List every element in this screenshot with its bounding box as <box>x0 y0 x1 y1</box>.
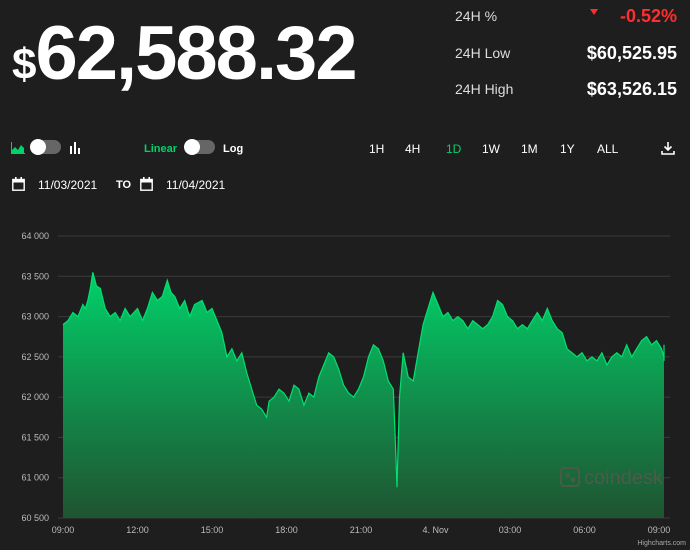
price-display: $ 62,588.32 <box>12 11 358 96</box>
area-chart-icon[interactable] <box>11 142 25 154</box>
low-24h-value: $60,525.95 <box>586 43 677 63</box>
watermark-text: coindesk <box>584 467 664 489</box>
y-tick-label: 60 500 <box>21 513 49 523</box>
y-axis: 64 000 63 500 63 000 62 500 62 000 61 500 61 0… <box>21 231 49 523</box>
range-button-1m[interactable]: 1M <box>521 142 538 156</box>
down-arrow-icon <box>590 9 598 15</box>
x-tick-label: 15:00 <box>201 525 224 535</box>
currency-symbol: $ <box>12 40 37 89</box>
download-icon[interactable] <box>661 141 675 155</box>
low-24h-label: 24H Low <box>455 45 511 61</box>
calendar-icon[interactable] <box>12 177 25 191</box>
range-button-1d[interactable]: 1D <box>446 142 461 156</box>
high-24h-label: 24H High <box>455 81 514 97</box>
x-tick-label: 21:00 <box>350 525 373 535</box>
change-24h-row: 24H % -0.52% <box>455 6 677 28</box>
x-tick-label: 03:00 <box>499 525 522 535</box>
price-chart[interactable]: 64 000 63 500 63 000 62 500 62 000 61 500 61 0… <box>0 220 690 550</box>
y-tick-label: 63 000 <box>21 312 49 322</box>
date-from[interactable]: 11/03/2021 <box>38 178 97 192</box>
low-24h-row: 24H Low $60,525.95 <box>455 43 677 65</box>
y-tick-label: 64 000 <box>21 231 49 241</box>
x-tick-label: 4. Nov <box>422 525 449 535</box>
chart-type-toggle-knob <box>30 139 46 155</box>
y-tick-label: 63 500 <box>21 271 49 281</box>
range-button-4h[interactable]: 4H <box>405 142 420 156</box>
change-24h-label: 24H % <box>455 8 498 24</box>
scale-toggle[interactable] <box>184 139 215 155</box>
y-tick-label: 61 000 <box>21 473 49 483</box>
high-24h-value: $63,526.15 <box>586 79 677 99</box>
x-tick-label: 09:00 <box>648 525 671 535</box>
x-tick-label: 12:00 <box>126 525 149 535</box>
y-tick-label: 62 500 <box>21 352 49 362</box>
current-price: 62,588.32 <box>35 11 357 96</box>
log-scale-label[interactable]: Log <box>223 143 243 155</box>
high-24h-row: 24H High $63,526.15 <box>455 79 677 101</box>
range-button-1y[interactable]: 1Y <box>560 142 575 156</box>
x-tick-label: 09:00 <box>52 525 75 535</box>
date-to[interactable]: 11/04/2021 <box>166 178 225 192</box>
date-to-label: TO <box>116 179 132 191</box>
x-tick-label: 06:00 <box>573 525 596 535</box>
x-axis: 09:00 12:00 15:00 18:00 21:00 4. Nov 03:00 06:0… <box>52 525 671 535</box>
bar-chart-icon[interactable] <box>69 142 81 154</box>
range-button-all[interactable]: ALL <box>597 142 618 156</box>
change-24h-value: -0.52% <box>619 6 677 26</box>
scale-toggle-knob <box>184 139 200 155</box>
range-button-1h[interactable]: 1H <box>369 142 384 156</box>
chart-credit: Highcharts.com <box>637 540 686 547</box>
x-tick-label: 18:00 <box>275 525 298 535</box>
range-button-1w[interactable]: 1W <box>482 142 500 156</box>
y-tick-label: 62 000 <box>21 392 49 402</box>
calendar-icon[interactable] <box>140 177 153 191</box>
y-tick-label: 61 500 <box>21 432 49 442</box>
chart-type-toggle[interactable] <box>30 139 61 155</box>
linear-scale-label[interactable]: Linear <box>144 143 177 155</box>
